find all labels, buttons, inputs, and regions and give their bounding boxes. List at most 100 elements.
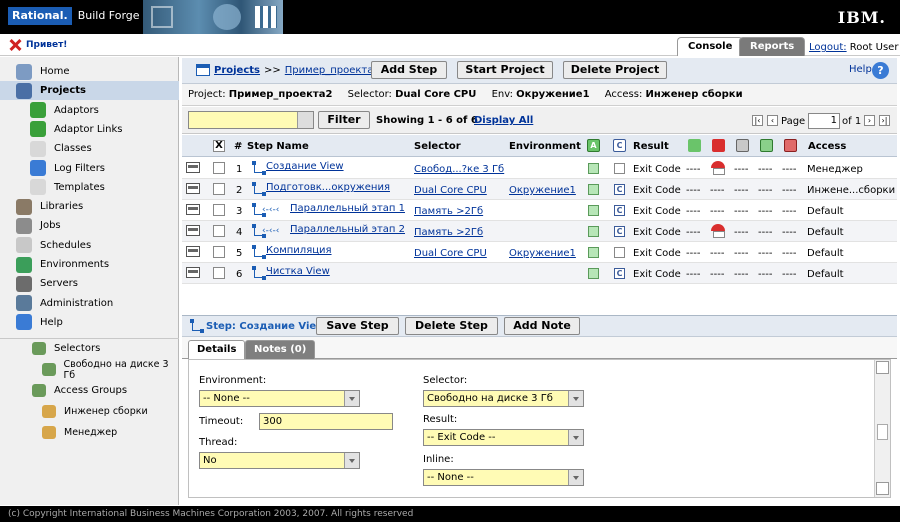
edit-step-icon[interactable] [186,225,200,236]
active-checkbox[interactable] [588,268,599,279]
selector-link[interactable]: Dual Core CPU [414,184,487,197]
chevron-down-icon[interactable] [344,391,359,406]
selector-link[interactable]: Память >2Гб [414,205,483,218]
sidebar-item-home[interactable]: Home [0,62,179,81]
selector-link[interactable]: Память >2Гб [414,226,483,239]
active-checkbox[interactable] [588,226,599,237]
sidebar-bottom-item[interactable]: Свободно на диске 3 Гб [0,359,179,381]
active-checkbox[interactable] [588,247,599,258]
sidebar-item-administration[interactable]: Administration [0,294,179,313]
scroll-down-icon[interactable] [876,482,889,495]
active-checkbox[interactable] [588,163,599,174]
col-environment[interactable]: Environment [509,141,581,152]
chevron-down-icon[interactable] [297,112,313,128]
logout-link[interactable]: Logout: [809,42,847,53]
continue-checkbox[interactable]: C [614,226,625,237]
continue-checkbox[interactable]: C [614,184,625,195]
prev-page-icon[interactable]: ‹ [767,115,778,126]
breadcrumb-projects[interactable]: Projects [214,65,260,76]
edit-step-icon[interactable] [186,183,200,194]
tab-details[interactable]: Details [188,340,246,359]
step-name-link[interactable]: Компиляция [266,244,332,257]
row-checkbox[interactable] [213,162,225,174]
sidebar-item-schedules[interactable]: Schedules [0,236,179,255]
next-page-icon[interactable]: › [864,115,875,126]
environment-link[interactable]: Окружение1 [509,184,576,197]
scroll-thumb[interactable] [877,424,888,440]
display-all-link[interactable]: Display All [474,115,533,126]
edit-step-icon[interactable] [186,246,200,257]
close-icon[interactable] [8,38,22,52]
step-name-link[interactable]: Параллельный этап 1 [290,202,405,215]
details-scrollbar[interactable] [874,360,890,497]
sidebar-item-projects[interactable]: Projects [0,81,179,101]
step-name-link[interactable]: Создание View [266,160,344,173]
continue-checkbox[interactable]: C [614,205,625,216]
continue-checkbox[interactable] [614,247,625,258]
chevron-down-icon[interactable] [568,470,583,485]
page-input[interactable]: 1 [808,113,840,129]
add-step-button[interactable]: Add Step [371,61,447,79]
step-name-link[interactable]: Чистка View [266,265,330,278]
sidebar-item-log-filters[interactable]: Log Filters [0,159,179,178]
filter-button[interactable]: Filter [318,111,370,129]
continue-checkbox[interactable]: C [614,268,625,279]
filter-select[interactable] [188,111,314,129]
row-checkbox[interactable] [213,267,225,279]
active-checkbox[interactable] [588,205,599,216]
sidebar-bottom-item[interactable]: Access Groups [0,381,179,400]
scroll-up-icon[interactable] [876,361,889,374]
tab-notes[interactable]: Notes (0) [245,340,316,359]
timeout-input[interactable]: 300 [259,413,393,430]
continue-checkbox[interactable] [614,163,625,174]
chevron-down-icon[interactable] [568,391,583,406]
edit-step-icon[interactable] [186,204,200,215]
col-selector[interactable]: Selector [414,141,461,152]
first-page-icon[interactable]: |‹ [752,115,763,126]
delete-step-button[interactable]: Delete Step [405,317,498,335]
chevron-down-icon[interactable] [568,430,583,445]
sidebar-item-environments[interactable]: Environments [0,255,179,274]
result-select[interactable]: -- Exit Code -- [423,429,584,446]
selector-link[interactable]: Свобод...?ке 3 Гб [414,163,504,176]
help-icon[interactable]: ? [872,62,889,79]
selector-select[interactable]: Свободно на диске 3 Гб [423,390,584,407]
step-name-link[interactable]: Параллельный этап 2 [290,223,405,236]
fail-notify-icon[interactable] [711,161,725,175]
sidebar-item-jobs[interactable]: Jobs [0,216,179,235]
sidebar-item-classes[interactable]: Classes [0,139,179,158]
edit-step-icon[interactable] [186,267,200,278]
row-checkbox[interactable] [213,204,225,216]
sidebar-item-help[interactable]: Help [0,313,179,332]
row-checkbox[interactable] [213,225,225,237]
start-project-button[interactable]: Start Project [457,61,553,79]
sidebar-bottom-item[interactable]: Менеджер [0,423,179,442]
sidebar-item-templates[interactable]: Templates [0,178,179,197]
thread-select[interactable]: No [199,452,360,469]
add-note-button[interactable]: Add Note [504,317,580,335]
delete-project-button[interactable]: Delete Project [563,61,667,79]
sidebar-item-servers[interactable]: Servers [0,274,179,293]
active-checkbox[interactable] [588,184,599,195]
sidebar-bottom-item[interactable]: Инженер сборки [0,402,179,421]
breadcrumb-current[interactable]: Пример_проекта2 [285,65,380,76]
fail-notify-icon[interactable] [711,224,725,238]
row-checkbox[interactable] [213,183,225,195]
last-page-icon[interactable]: ›| [879,115,890,126]
select-all-checkbox[interactable]: X [213,140,225,152]
selector-link[interactable]: Dual Core CPU [414,247,487,260]
tab-reports[interactable]: Reports [739,37,806,56]
sidebar-bottom-item[interactable]: Selectors [0,339,179,358]
col-step-name[interactable]: Step Name [247,141,309,152]
help-link[interactable]: Help [849,64,872,75]
edit-step-icon[interactable] [186,162,200,173]
col-result[interactable]: Result [633,141,669,152]
sidebar-item-libraries[interactable]: Libraries [0,197,179,216]
sidebar-item-adaptor-links[interactable]: Adaptor Links [0,120,179,139]
step-name-link[interactable]: Подготовк...окружения [266,181,390,194]
row-checkbox[interactable] [213,246,225,258]
environment-select[interactable]: -- None -- [199,390,360,407]
environment-link[interactable]: Окружение1 [509,247,576,260]
chevron-down-icon[interactable] [344,453,359,468]
col-access[interactable]: Access [808,141,846,152]
